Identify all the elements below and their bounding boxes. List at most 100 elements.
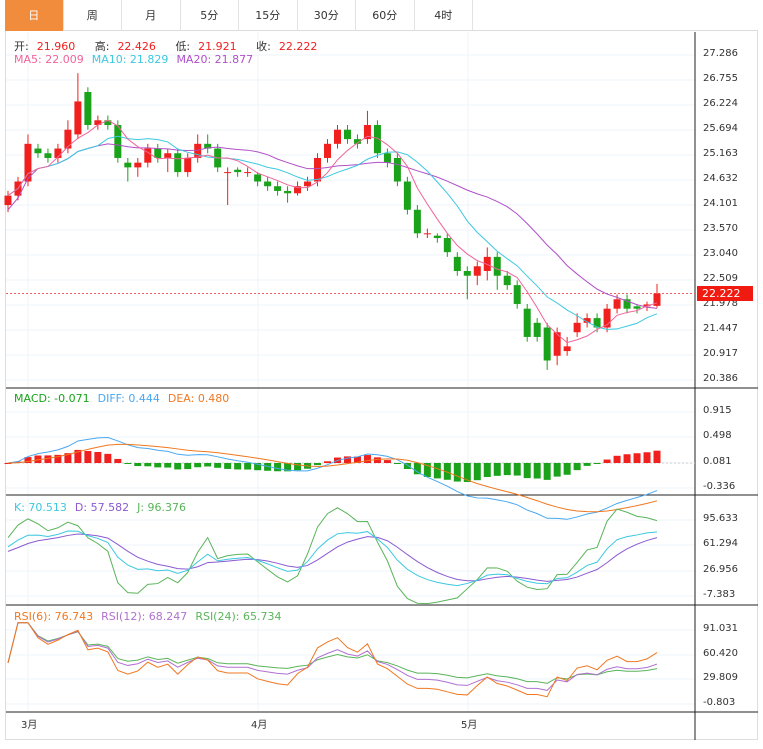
candle-up <box>74 101 82 135</box>
candle-up <box>473 266 481 276</box>
candle-down <box>373 124 381 154</box>
macd-bar <box>603 459 611 463</box>
price-axis-tick: 20.917 <box>703 348 738 359</box>
price-axis-tick: 25.694 <box>703 123 738 134</box>
macd-axis-tick: -0.336 <box>703 480 736 492</box>
kdj-axis-tick: 26.956 <box>703 563 738 575</box>
macd-bar <box>363 455 371 463</box>
candle-down <box>44 153 52 158</box>
diff-value: DIFF: 0.444 <box>97 392 160 405</box>
macd-bar <box>154 463 162 468</box>
macd-bar <box>583 463 591 466</box>
kline-chart[interactable] <box>0 0 763 749</box>
low-value: 21.921 <box>198 40 237 53</box>
candle-down <box>274 186 282 191</box>
rsi12-line <box>7 622 658 691</box>
dea-value: DEA: 0.480 <box>167 392 230 405</box>
macd-bar <box>114 458 122 463</box>
price-axis-tick: 23.570 <box>703 223 738 234</box>
macd-bar <box>234 463 242 470</box>
macd-bar <box>164 463 172 468</box>
macd-bar <box>453 463 461 482</box>
month-label: 4月 <box>251 720 268 731</box>
price-axis-tick: 25.163 <box>703 148 738 159</box>
open-value: 21.960 <box>36 40 76 53</box>
rsi-legend: RSI(6): 76.743 RSI(12): 68.247 RSI(24): 65… <box>14 610 289 623</box>
macd-bar <box>433 463 441 479</box>
candle-down <box>453 256 461 272</box>
candle-up <box>314 157 322 182</box>
candle-down <box>124 162 132 168</box>
rsi24-value: RSI(24): 65.734 <box>195 610 282 623</box>
macd-bar <box>134 463 142 467</box>
candle-up <box>563 346 571 352</box>
candle-up <box>613 299 621 309</box>
candle-down <box>34 148 42 154</box>
price-axis-tick: 26.224 <box>703 98 738 109</box>
macd-bar <box>653 450 661 463</box>
macd-bar <box>623 454 631 463</box>
kdj-legend: K: 70.513 D: 57.582 J: 96.376 <box>14 501 194 514</box>
macd-bar <box>643 452 651 463</box>
price-axis-tick: 26.755 <box>703 73 738 84</box>
macd-bar <box>194 463 202 468</box>
candle-down <box>403 181 411 210</box>
kdj-axis-tick: 61.294 <box>703 538 738 550</box>
current-price-tag: 22.222 <box>697 286 753 301</box>
candle-down <box>413 209 421 234</box>
macd-bar <box>573 463 581 471</box>
macd-bar <box>324 461 332 463</box>
macd-bar <box>633 453 641 463</box>
macd-bar <box>314 463 322 466</box>
macd-bar <box>174 463 182 470</box>
ma20-line <box>7 143 658 309</box>
month-label: 5月 <box>461 720 478 731</box>
macd-bar <box>244 463 252 470</box>
close-value: 22.222 <box>278 40 318 53</box>
macd-bar <box>523 463 531 479</box>
candle-down <box>523 308 531 337</box>
price-axis-tick: 24.101 <box>703 198 738 209</box>
j-line <box>7 507 658 605</box>
candle-up <box>134 162 142 168</box>
macd-bar <box>94 452 102 463</box>
kdj-axis-tick: 95.633 <box>703 513 738 524</box>
macd-axis-tick: 0.915 <box>703 405 732 416</box>
macd-bar <box>513 463 521 476</box>
macd-bar <box>204 463 212 467</box>
candle-down <box>493 256 501 276</box>
price-axis-tick: 22.509 <box>703 273 738 284</box>
ma20-value: MA20: 21.877 <box>176 53 254 66</box>
macd-bar <box>84 451 92 463</box>
macd-bar <box>124 463 132 464</box>
price-axis-tick: 24.632 <box>703 173 738 184</box>
rsi6-value: RSI(6): 76.743 <box>14 610 94 623</box>
price-axis-tick: 27.286 <box>703 48 738 59</box>
candle-down <box>503 275 511 286</box>
candle-down <box>433 235 441 239</box>
ma10-line <box>7 135 658 330</box>
candle-up <box>184 157 192 173</box>
rsi-axis-tick: 29.809 <box>703 672 738 684</box>
candle-down <box>393 157 401 182</box>
candle-down <box>84 92 92 125</box>
d-value: D: 57.582 <box>74 501 130 514</box>
candle-up <box>194 143 202 158</box>
candle-up <box>64 129 72 149</box>
candle-down <box>383 153 391 163</box>
macd-bar <box>543 463 551 480</box>
candle-up <box>573 322 581 333</box>
rsi-axis-tick: -0.803 <box>703 697 736 709</box>
candle-down <box>463 271 471 276</box>
candle-up <box>164 153 172 158</box>
candle-down <box>513 285 521 304</box>
rsi24-line <box>7 622 658 684</box>
macd-bar <box>503 463 511 476</box>
candle-up <box>333 129 341 144</box>
ma5-line <box>7 119 658 344</box>
macd-bar <box>563 463 571 475</box>
candle-down <box>154 148 162 158</box>
kdj-axis-tick: -7.383 <box>703 588 736 600</box>
candle-up <box>423 233 431 235</box>
macd-bar <box>473 463 481 481</box>
